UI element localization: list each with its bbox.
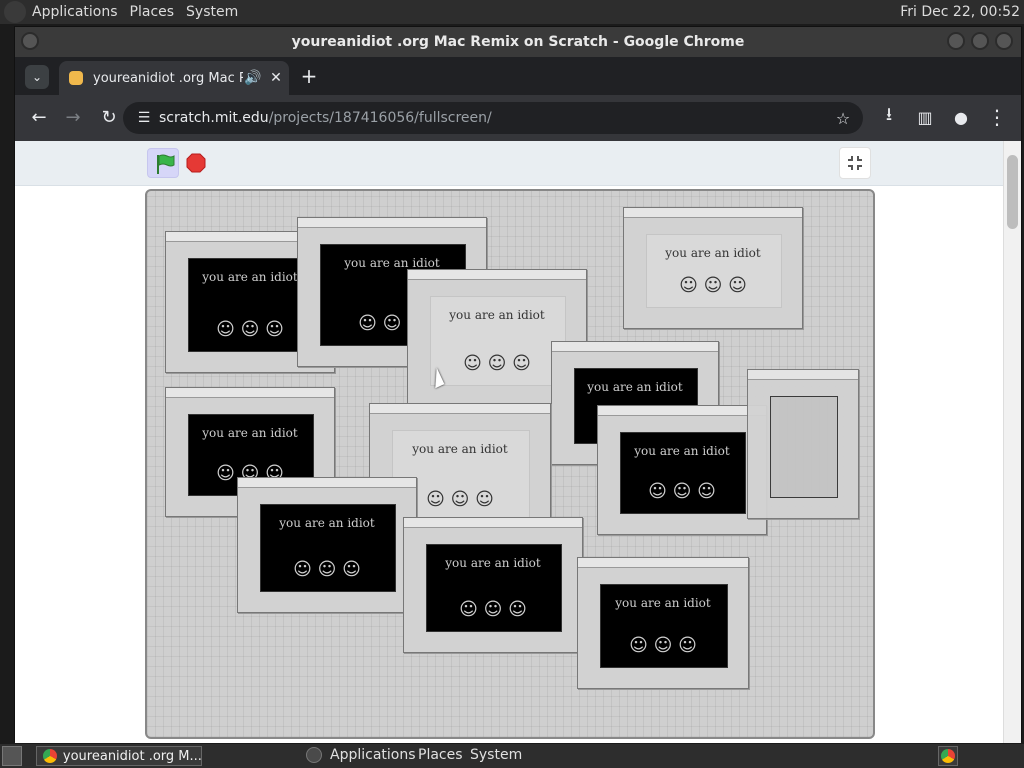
places-menu[interactable]: Places xyxy=(124,4,181,20)
tab-strip: ⌄ youreanidiot .org Mac Rem 🔊 ✕ + xyxy=(15,57,1021,95)
system-menu[interactable]: System xyxy=(180,4,244,20)
taskbar-chrome-button[interactable]: youreanidiot .org M... xyxy=(36,746,202,766)
fullscreen-exit-icon xyxy=(848,156,862,170)
page-content: you are an idiot ☺ ☺ ☺ you are an idiot … xyxy=(15,141,1005,743)
chrome-window: youreanidiot .org Mac Remix on Scratch -… xyxy=(14,26,1022,743)
idiot-window-10: you are an idiot ☺ ☺ ☺ xyxy=(403,517,583,653)
idiot-window-9: you are an idiot ☺ ☺ ☺ xyxy=(237,477,417,613)
bottom-applications-menu[interactable]: Applications xyxy=(306,747,416,763)
tab-search-button[interactable]: ⌄ xyxy=(25,65,49,89)
idiot-window-screen xyxy=(770,396,838,498)
top-panel: Applications Places System Fri Dec 22, 0… xyxy=(0,0,1024,24)
side-panel-icon[interactable]: ▥ xyxy=(913,105,937,129)
idiot-window-7: you are an idiot ☺ ☺ ☺ xyxy=(597,405,767,535)
clock[interactable]: Fri Dec 22, 00:52 xyxy=(900,0,1020,24)
smiley-faces: ☺ ☺ ☺ xyxy=(648,481,716,502)
address-bar[interactable]: ☰ scratch.mit.edu /projects/187416056/fu… xyxy=(123,102,863,134)
idiot-window-text: you are an idiot xyxy=(634,444,730,458)
smiley-faces: ☺ ☺ ☺ xyxy=(679,275,747,296)
taskbar-window-title: youreanidiot .org M... xyxy=(62,748,201,764)
stop-icon xyxy=(186,153,206,173)
applications-menu-icon xyxy=(306,747,322,763)
downloads-icon[interactable]: ⭳ xyxy=(877,104,901,129)
browser-toolbar: ← → ↻ ☰ scratch.mit.edu /projects/187416… xyxy=(15,95,1021,141)
new-tab-button[interactable]: + xyxy=(297,64,321,88)
green-flag-icon xyxy=(157,154,175,174)
forward-icon[interactable]: → xyxy=(61,105,85,129)
scroll-thumb[interactable] xyxy=(1007,155,1018,229)
exit-fullscreen-button[interactable] xyxy=(839,147,871,179)
scratch-controls-bar xyxy=(15,141,1005,186)
idiot-window-text: you are an idiot xyxy=(412,442,508,456)
applications-menu-icon[interactable] xyxy=(4,1,26,23)
browser-menu-icon[interactable]: ⋮ xyxy=(985,105,1009,129)
idiot-window-4: you are an idiot ☺ ☺ ☺ xyxy=(623,207,803,329)
bottom-panel: youreanidiot .org M... Applications Plac… xyxy=(0,744,1024,768)
reload-icon[interactable]: ↻ xyxy=(97,105,121,129)
idiot-window-titlebar xyxy=(408,270,586,280)
chrome-icon xyxy=(43,749,57,763)
chrome-icon xyxy=(941,749,955,763)
tab-title: youreanidiot .org Mac Rem xyxy=(93,70,243,86)
smiley-faces: ☺ ☺ ☺ xyxy=(293,559,361,580)
idiot-window-titlebar xyxy=(748,370,858,380)
minimize-button[interactable] xyxy=(947,32,965,50)
close-tab-icon[interactable]: ✕ xyxy=(263,70,289,86)
idiot-window-titlebar xyxy=(298,218,486,228)
idiot-window-titlebar xyxy=(370,404,550,414)
bottom-places-menu[interactable]: Places xyxy=(418,747,463,763)
idiot-window-titlebar xyxy=(624,208,802,218)
applications-menu[interactable]: Applications xyxy=(26,4,124,20)
idiot-window-12 xyxy=(747,369,859,519)
maximize-button[interactable] xyxy=(971,32,989,50)
window-title: youreanidiot .org Mac Remix on Scratch -… xyxy=(291,34,745,50)
idiot-window-text: you are an idiot xyxy=(615,596,711,610)
idiot-window-titlebar xyxy=(598,406,766,416)
idiot-window-11: you are an idiot ☺ ☺ ☺ xyxy=(577,557,749,689)
idiot-window-text: you are an idiot xyxy=(202,426,298,440)
tab-audio-icon[interactable]: 🔊 xyxy=(243,70,263,86)
tray-chrome-icon[interactable] xyxy=(938,746,958,766)
active-tab[interactable]: youreanidiot .org Mac Rem 🔊 ✕ xyxy=(59,61,289,95)
close-window-button[interactable] xyxy=(995,32,1013,50)
bottom-system-menu[interactable]: System xyxy=(470,747,522,763)
idiot-window-titlebar xyxy=(238,478,416,488)
window-titlebar[interactable]: youreanidiot .org Mac Remix on Scratch -… xyxy=(15,27,1021,57)
idiot-window-text: you are an idiot xyxy=(665,246,761,260)
idiot-window-titlebar xyxy=(404,518,582,528)
smiley-faces: ☺ ☺ ☺ xyxy=(629,635,697,656)
window-menu-button[interactable] xyxy=(21,32,39,50)
idiot-window-text: you are an idiot xyxy=(449,308,545,322)
show-desktop-icon[interactable] xyxy=(2,746,22,766)
url-host: scratch.mit.edu xyxy=(159,110,269,126)
idiot-window-titlebar xyxy=(552,342,718,352)
scratch-stage[interactable]: you are an idiot ☺ ☺ ☺ you are an idiot … xyxy=(145,189,875,739)
url-path: /projects/187416056/fullscreen/ xyxy=(268,110,492,126)
idiot-window-text: you are an idiot xyxy=(587,380,683,394)
idiot-window-text: you are an idiot xyxy=(344,256,440,270)
bookmark-star-icon[interactable]: ☆ xyxy=(833,108,853,128)
page-scrollbar[interactable] xyxy=(1003,141,1021,743)
idiot-window-titlebar xyxy=(166,388,334,398)
profile-icon[interactable]: ● xyxy=(949,105,973,129)
back-icon[interactable]: ← xyxy=(27,105,51,129)
green-flag-button[interactable] xyxy=(147,148,179,178)
site-info-icon[interactable]: ☰ xyxy=(129,110,159,126)
stop-button[interactable] xyxy=(185,152,207,174)
scratch-favicon-icon xyxy=(69,71,83,85)
idiot-window-text: you are an idiot xyxy=(445,556,541,570)
smiley-faces: ☺ ☺ ☺ xyxy=(459,599,527,620)
idiot-window-text: you are an idiot xyxy=(279,516,375,530)
idiot-window-titlebar xyxy=(578,558,748,568)
bottom-applications-label: Applications xyxy=(330,747,416,763)
